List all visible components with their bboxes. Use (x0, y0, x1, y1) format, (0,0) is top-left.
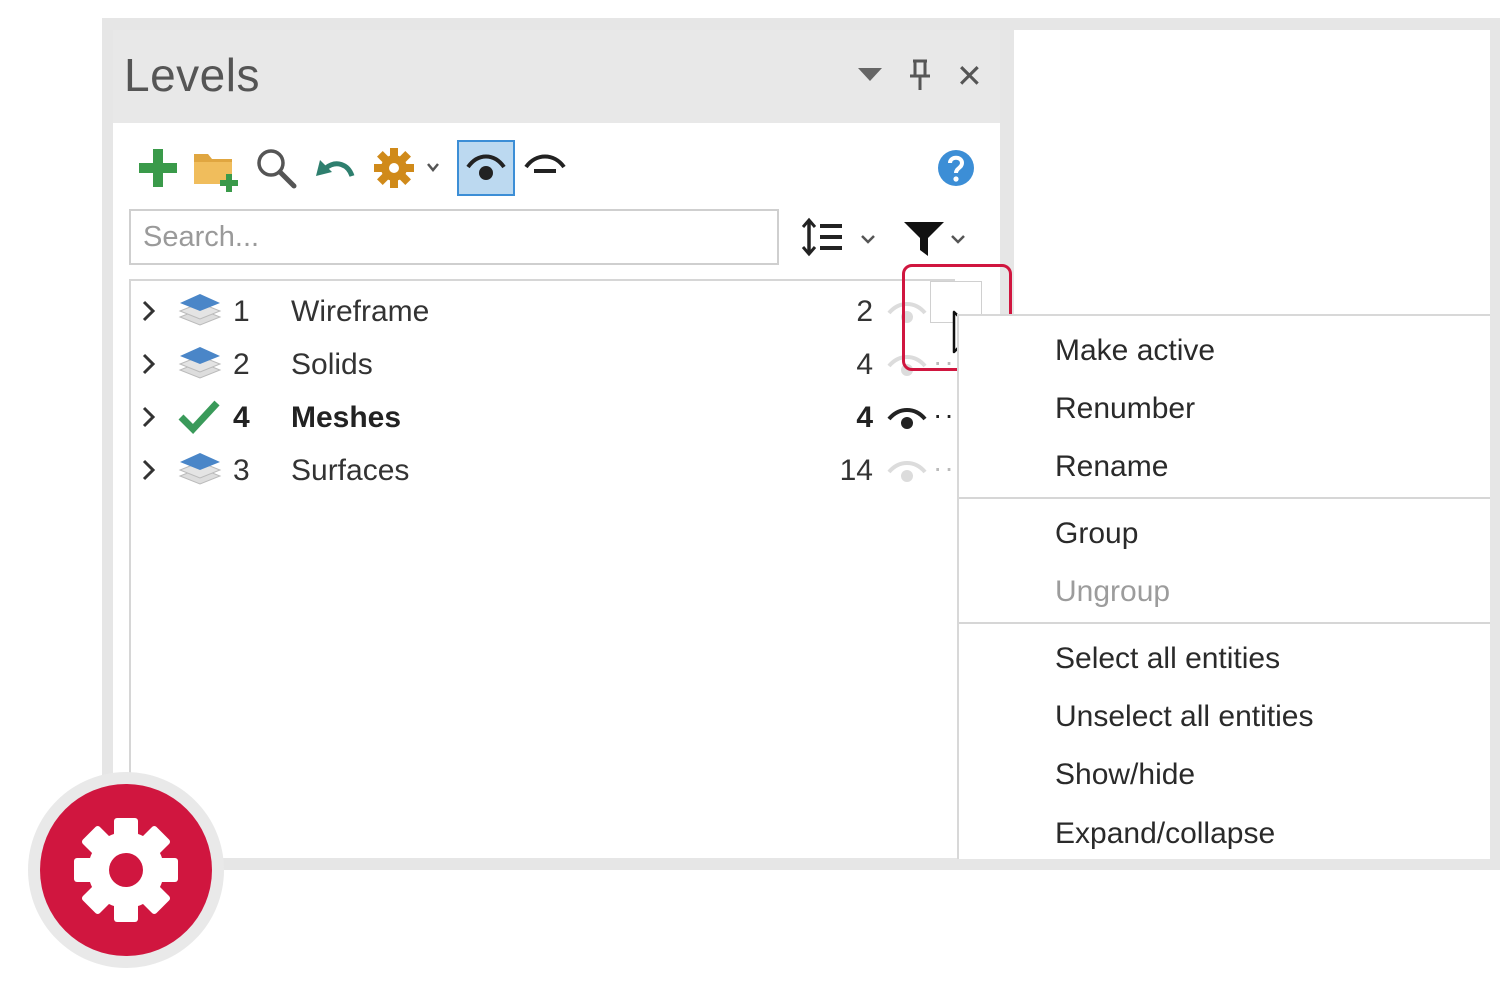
sort-list-icon (801, 217, 875, 257)
level-row[interactable]: 3 Surfaces 14 ·· (131, 444, 957, 496)
search-input[interactable] (129, 209, 779, 265)
search-icon[interactable] (254, 146, 298, 190)
context-menu: Make active Renumber Rename Group Ungroup Sel… (957, 314, 1490, 859)
entity-count: 2 (856, 295, 873, 328)
level-number: 3 (233, 454, 250, 487)
menu-separator (959, 497, 1490, 499)
pin-icon[interactable] (906, 58, 934, 97)
add-level-icon[interactable] (136, 146, 180, 190)
more-options-icon[interactable]: ·· (933, 399, 956, 431)
menu-item-rename[interactable]: Rename (1055, 450, 1168, 484)
level-row[interactable]: 4 Meshes 4 ·· (131, 391, 957, 443)
add-folder-icon[interactable] (192, 148, 242, 192)
panel-title: Levels (124, 49, 260, 101)
eye-visible-button[interactable] (457, 140, 515, 196)
dropdown-triangle-icon[interactable] (857, 66, 883, 87)
level-name: Surfaces (291, 454, 410, 487)
eye-hidden-icon[interactable] (522, 146, 568, 190)
eye-visible-icon[interactable] (885, 405, 929, 438)
filter-icon (904, 222, 965, 256)
menu-item-show-hide[interactable]: Show/hide (1055, 758, 1195, 792)
layers-icon (177, 344, 223, 391)
undo-icon[interactable] (312, 150, 356, 190)
layers-icon (177, 450, 223, 497)
settings-icon (374, 148, 439, 188)
entity-count: 14 (839, 454, 873, 487)
menu-item-ungroup: Ungroup (1055, 575, 1171, 608)
settings-dropdown-button[interactable] (372, 144, 444, 192)
close-icon[interactable]: ✕ (956, 58, 983, 94)
level-name: Solids (291, 348, 373, 381)
menu-separator (959, 622, 1490, 624)
badge (40, 784, 212, 956)
level-number: 4 (233, 401, 250, 434)
chevron-right-icon[interactable] (141, 405, 157, 434)
filter-dropdown-button[interactable] (900, 216, 976, 260)
menu-item-group[interactable]: Group (1055, 517, 1138, 551)
level-row[interactable]: 1Wireframe2··· (131, 285, 965, 338)
layers-icon (177, 291, 223, 338)
sort-dropdown-button[interactable] (800, 216, 884, 260)
level-row[interactable]: 2 Solids 4 ·· (131, 338, 957, 390)
level-name: Wireframe (291, 295, 430, 328)
menu-item-select-all-entities[interactable]: Select all entities (1055, 642, 1280, 676)
chevron-right-icon[interactable] (141, 352, 157, 381)
help-icon[interactable] (936, 148, 976, 188)
chevron-right-icon[interactable] (141, 458, 157, 487)
level-number: 1 (233, 295, 250, 328)
levels-tree: 1Wireframe2···2Solids4··4Meshes4··3Surfa… (129, 279, 965, 859)
menu-item-make-active[interactable]: Make active (1055, 334, 1215, 368)
level-name: Meshes (291, 401, 402, 434)
menu-item-renumber[interactable]: Renumber (1055, 392, 1195, 426)
eye-faded-icon[interactable] (885, 458, 929, 491)
menu-item-unselect-all-entities[interactable]: Unselect all entities (1055, 700, 1313, 734)
eye-visible-icon (466, 154, 506, 180)
more-options-icon[interactable]: ·· (933, 452, 956, 484)
gear-icon (74, 818, 178, 922)
entity-count: 4 (856, 401, 873, 434)
checkmark-icon (177, 397, 221, 442)
chevron-right-icon[interactable] (141, 299, 157, 328)
entity-count: 4 (856, 348, 873, 381)
level-number: 2 (233, 348, 250, 381)
menu-item-expand-collapse[interactable]: Expand/collapse (1055, 817, 1275, 851)
